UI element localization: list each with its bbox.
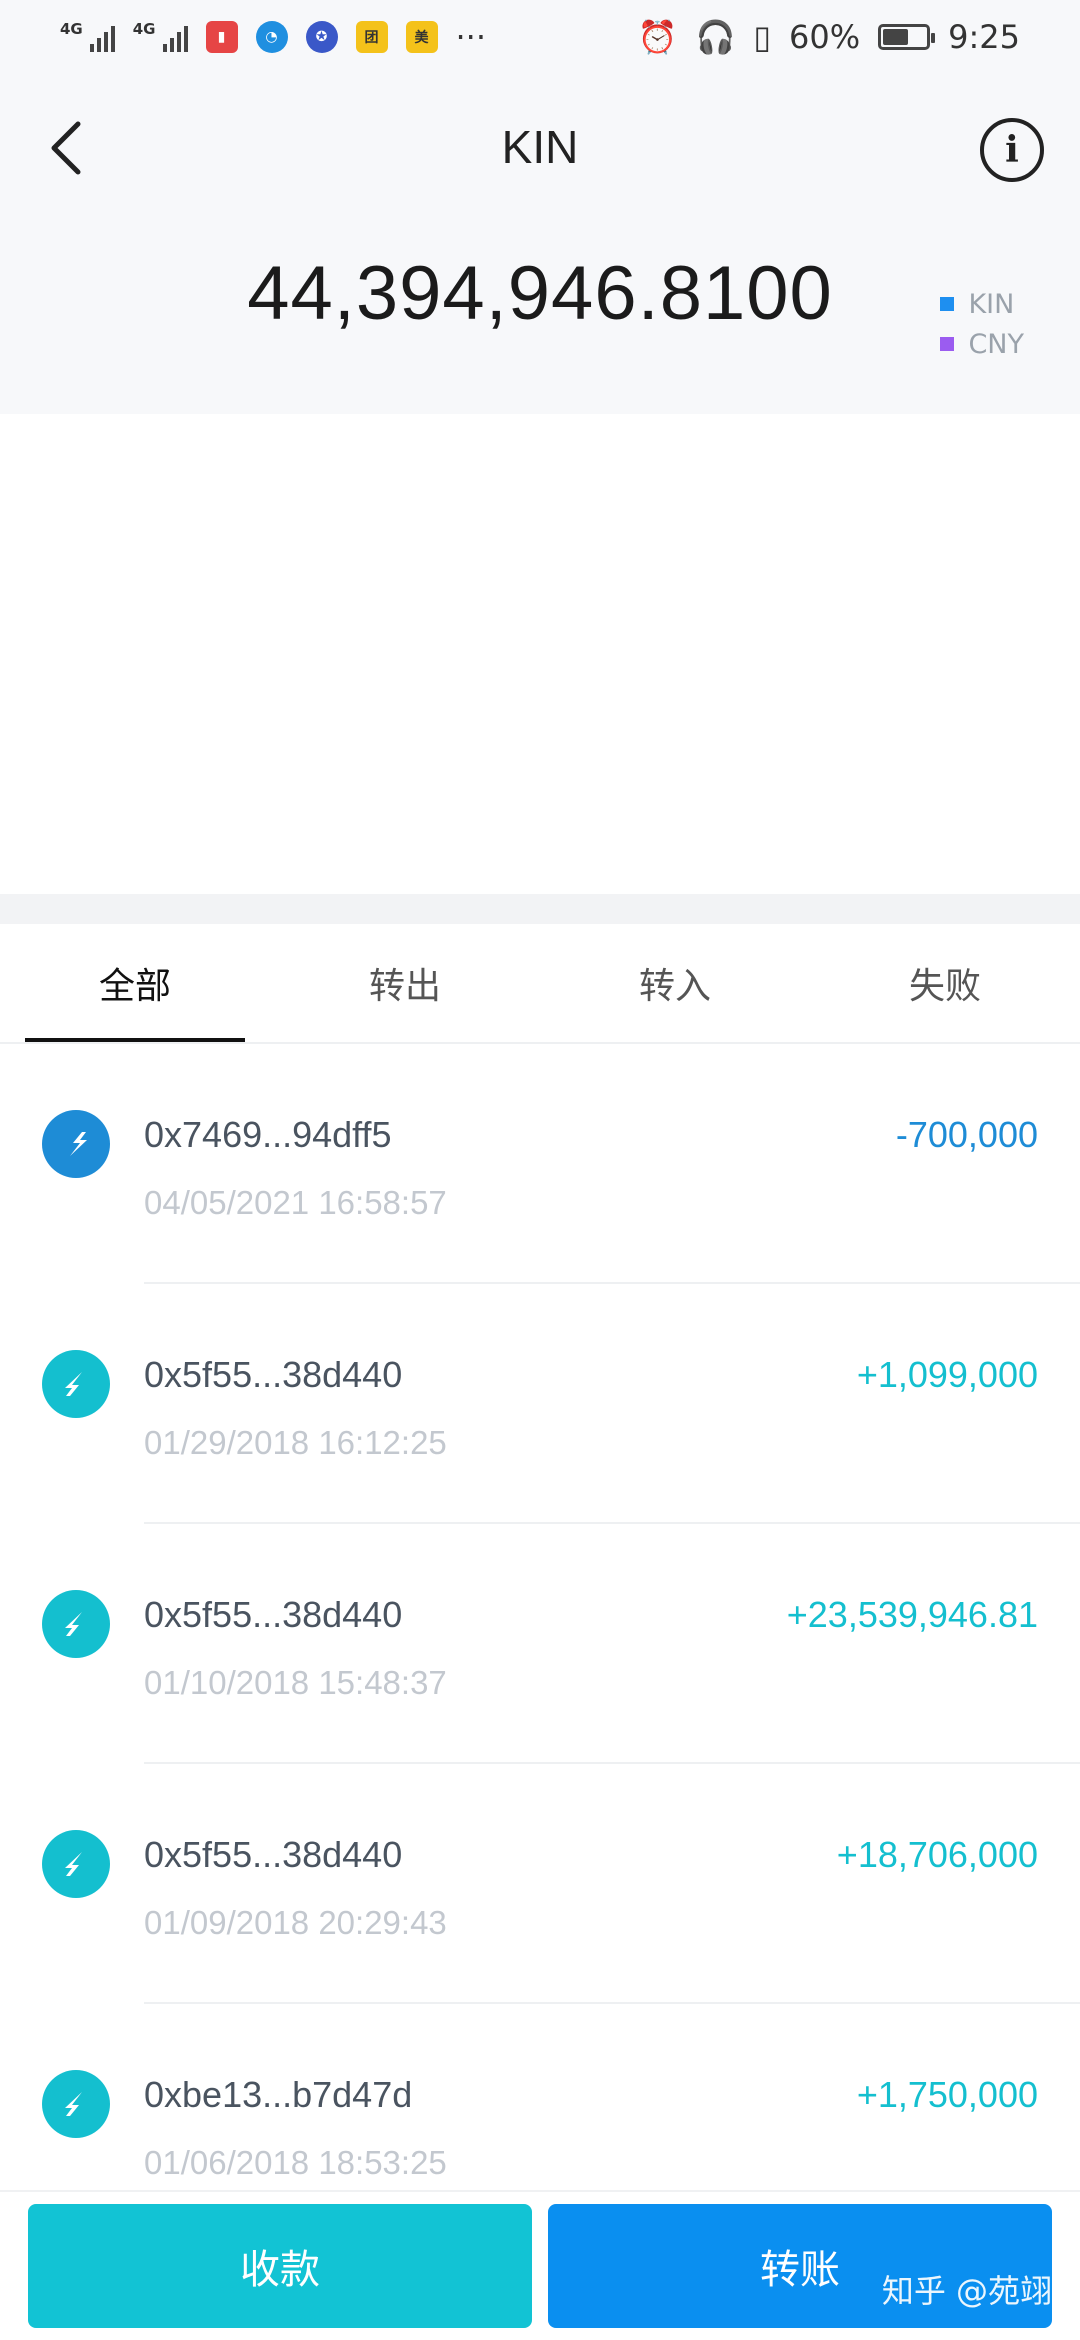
status-left: 4G 4G ▮ ◔ ✪ 团 美 ··· — [60, 18, 486, 56]
bottom-action-bar: 收款 转账 — [0, 2190, 1080, 2340]
legend-item-kin: KIN — [940, 284, 1024, 324]
food-app-icon: 团 — [355, 21, 388, 53]
meituan-app-icon: 美 — [405, 21, 438, 53]
tab-outgoing[interactable]: 转出 — [270, 924, 540, 1042]
info-icon: i — [1005, 129, 1019, 171]
receive-button[interactable]: 收款 — [28, 2204, 532, 2328]
battery-icon — [878, 24, 936, 50]
tab-all-label: 全部 — [98, 966, 171, 1007]
tx-address: 0x5f55...38d440 — [144, 1834, 403, 1875]
tx-time: 01/10/2018 15:48:37 — [144, 1664, 447, 1701]
wallet-header: KIN i 44,394,946.8100 KIN CNY — [0, 74, 1080, 414]
tx-time: 01/09/2018 20:29:43 — [144, 1904, 447, 1941]
tx-address: 0x7469...94dff5 — [144, 1114, 392, 1155]
headphones-icon: 🎧 — [695, 18, 736, 56]
tx-address: 0x5f55...38d440 — [144, 1354, 403, 1395]
tx-time: 01/06/2018 18:53:25 — [144, 2144, 447, 2181]
tx-time: 04/05/2021 16:58:57 — [144, 1184, 447, 1221]
balance-amount: 44,394,946.8100 — [247, 251, 833, 336]
transaction-row[interactable]: 0x7469...94dff5 04/05/2021 16:58:57 -700… — [0, 1044, 1080, 1284]
clock: 9:25 — [948, 18, 1020, 56]
tx-amount: +23,539,946.81 — [786, 1594, 1038, 1635]
legend-item-cny: CNY — [940, 324, 1024, 364]
watermark: 知乎 @苑翊 — [881, 2272, 1052, 2310]
network-type: 4G — [60, 20, 83, 38]
legend-label-kin: KIN — [968, 288, 1015, 320]
status-right: ⏰ 🎧 ▯ 60% 9:25 — [638, 18, 1020, 56]
status-bar: 4G 4G ▮ ◔ ✪ 团 美 ··· ⏰ 🎧 ▯ 60% 9:25 — [0, 0, 1080, 74]
tx-address: 0xbe13...b7d47d — [144, 2074, 413, 2115]
alarm-icon: ⏰ — [637, 18, 678, 56]
transaction-row[interactable]: 0x5f55...38d440 01/29/2018 16:12:25 +1,0… — [0, 1284, 1080, 1524]
legend-dot-cny — [940, 337, 955, 351]
legend-label-cny: CNY — [968, 328, 1024, 360]
battery-fill — [883, 29, 909, 45]
section-separator — [0, 894, 1080, 924]
chart-area — [0, 414, 1080, 894]
incoming-arrow-icon — [42, 1350, 110, 1418]
battery-percent: 60% — [789, 18, 861, 56]
incoming-arrow-icon — [42, 1830, 110, 1898]
incoming-arrow-icon — [42, 2070, 110, 2138]
tx-time: 01/29/2018 16:12:25 — [144, 1424, 447, 1461]
signal-icon: 4G — [60, 22, 115, 52]
transaction-row[interactable]: 0x5f55...38d440 01/09/2018 20:29:43 +18,… — [0, 1764, 1080, 2004]
tx-address: 0x5f55...38d440 — [144, 1594, 403, 1635]
tx-amount: -700,000 — [895, 1114, 1038, 1155]
book-app-icon: ▮ — [205, 21, 238, 53]
info-button[interactable]: i — [980, 118, 1044, 182]
tx-amount: +1,750,000 — [856, 2074, 1038, 2115]
tx-amount: +18,706,000 — [836, 1834, 1038, 1875]
tx-amount: +1,099,000 — [856, 1354, 1038, 1395]
legend-dot-kin — [940, 297, 955, 311]
badge-app-icon: ✪ — [305, 21, 338, 53]
outgoing-arrow-icon — [42, 1110, 110, 1178]
page-title: KIN — [501, 121, 579, 173]
tab-failed[interactable]: 失败 — [810, 924, 1080, 1042]
signal-icon-2: 4G — [133, 22, 188, 52]
browser-app-icon: ◔ — [255, 21, 288, 53]
tab-outgoing-label: 转出 — [368, 966, 441, 1007]
network-type-2: 4G — [132, 20, 156, 38]
tab-incoming[interactable]: 转入 — [540, 924, 810, 1042]
vibrate-icon: ▯ — [753, 18, 772, 56]
transaction-row[interactable]: 0x5f55...38d440 01/10/2018 15:48:37 +23,… — [0, 1524, 1080, 1764]
tab-failed-label: 失败 — [908, 966, 981, 1007]
chart-legend: KIN CNY — [940, 284, 1024, 364]
incoming-arrow-icon — [42, 1590, 110, 1658]
tab-incoming-label: 转入 — [638, 966, 711, 1007]
tab-all[interactable]: 全部 — [0, 924, 270, 1042]
transaction-tabs: 全部 转出 转入 失败 — [0, 924, 1080, 1044]
transaction-list: 0x7469...94dff5 04/05/2021 16:58:57 -700… — [0, 1044, 1080, 2244]
more-notifications-icon: ··· — [455, 18, 487, 56]
